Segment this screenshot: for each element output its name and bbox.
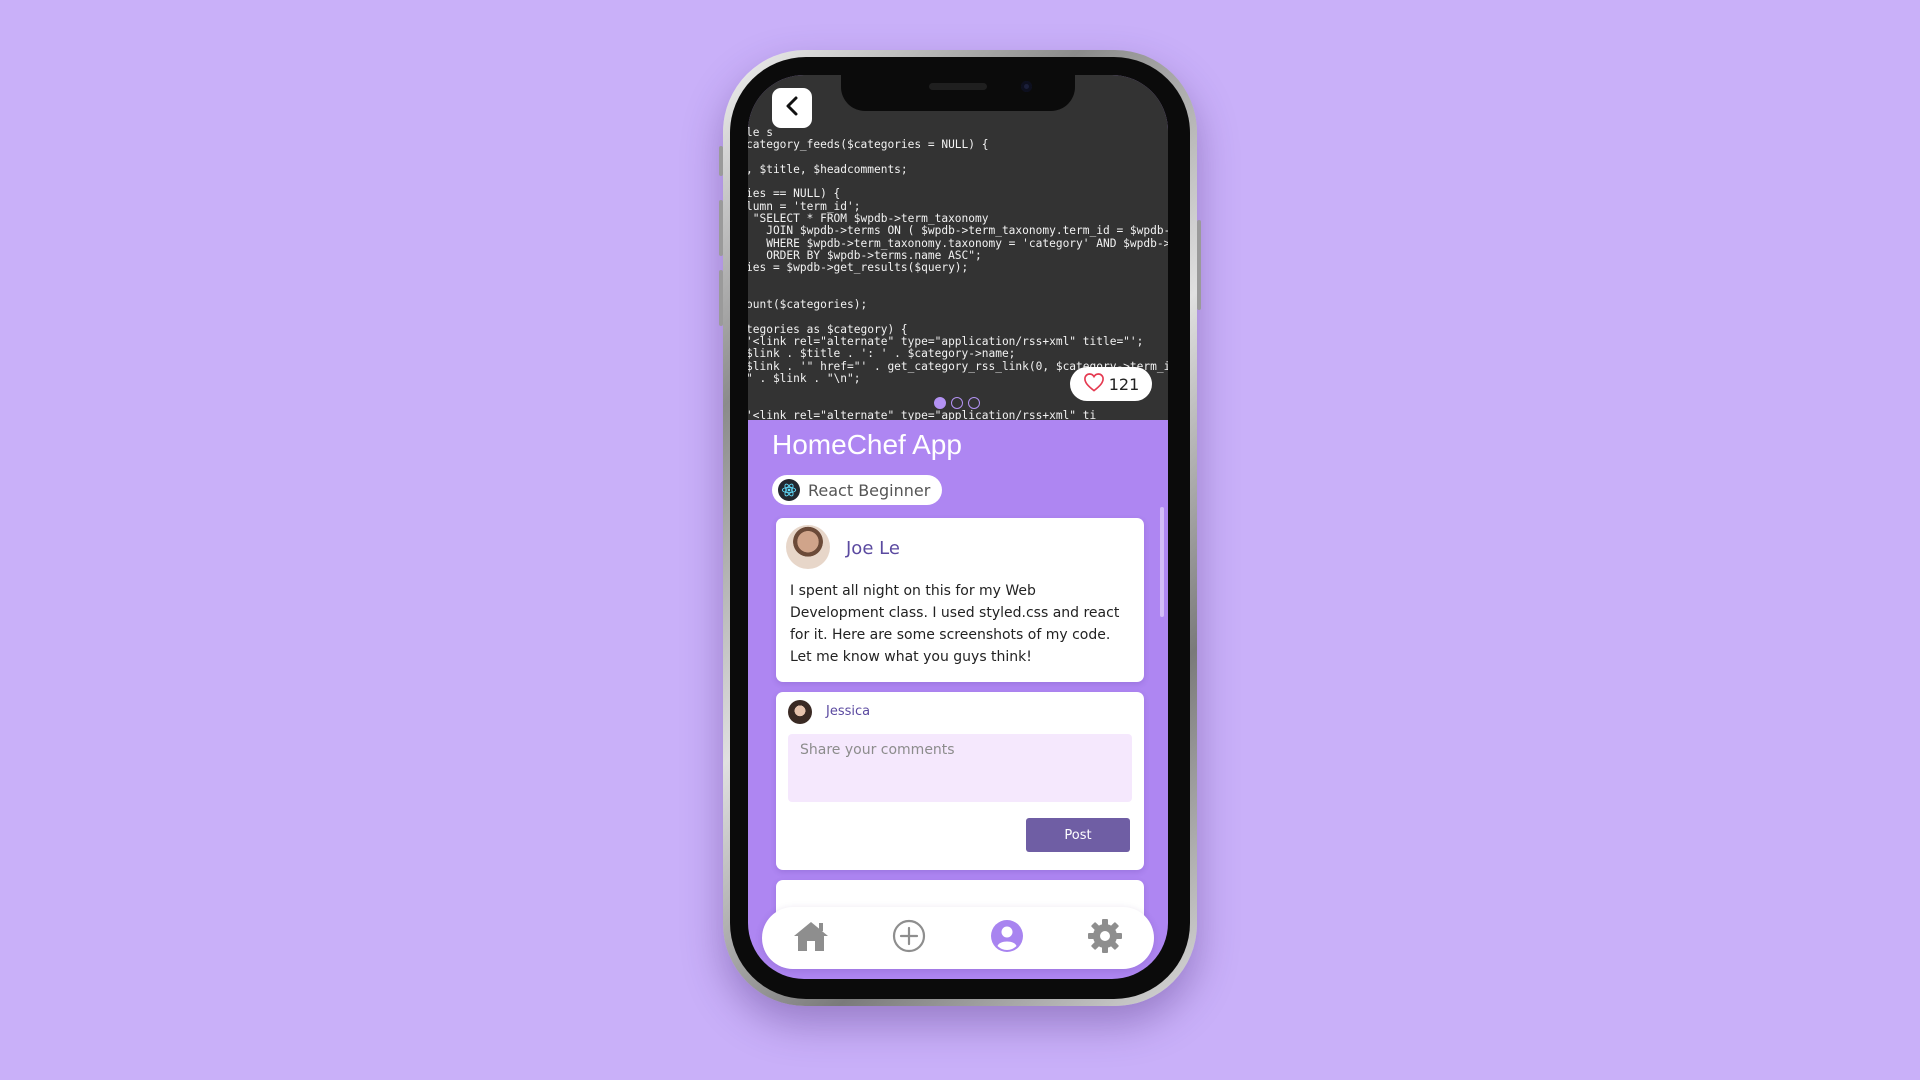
code-line: ount($categories); <box>748 298 868 312</box>
tab-home[interactable] <box>786 913 836 963</box>
commenter-name: Jessica <box>826 704 871 719</box>
code-line: , $title, $headcomments; <box>748 162 908 176</box>
scrollbar[interactable] <box>1160 507 1164 617</box>
profile-icon <box>989 918 1025 958</box>
tab-profile[interactable] <box>982 913 1032 963</box>
code-line: '<link rel="alternate" type="application… <box>748 408 1097 420</box>
back-button[interactable] <box>772 88 812 128</box>
heart-icon <box>1083 372 1105 396</box>
carousel-indicator <box>934 397 980 409</box>
carousel-dot[interactable] <box>951 397 963 409</box>
tab-settings[interactable] <box>1080 913 1130 963</box>
post-body: I spent all night on this for my Web Dev… <box>790 583 1120 665</box>
post-author-name[interactable]: Joe Le <box>846 538 900 559</box>
speaker-grille <box>929 83 987 90</box>
skill-tag-label: React Beginner <box>808 480 931 500</box>
mute-switch <box>719 146 723 176</box>
like-button[interactable]: 121 <box>1070 367 1152 401</box>
settings-gear-icon <box>1086 917 1124 959</box>
code-line: $link . $title . ': ' . $category->name; <box>748 347 1016 361</box>
code-line: JOIN $wpdb->terms ON ( $wpdb->term_taxon… <box>748 224 1168 238</box>
volume-up-button <box>719 200 723 256</box>
code-line: category_feeds($categories = NULL) { <box>748 138 989 152</box>
like-count: 121 <box>1108 374 1140 394</box>
post-card: Joe Le I spent all night on this for my … <box>776 518 1144 682</box>
power-button <box>1197 220 1201 310</box>
comment-card: Jessica Post <box>776 692 1144 870</box>
phone-screen: le s category_feeds($categories = NULL) {… <box>748 75 1168 979</box>
home-icon <box>792 919 830 957</box>
comment-input[interactable] <box>788 734 1132 802</box>
notch <box>841 75 1075 111</box>
bottom-tab-bar <box>762 907 1154 969</box>
react-logo-icon <box>778 479 800 501</box>
code-line: ies == NULL) { <box>748 187 841 201</box>
commenter-avatar <box>788 700 812 724</box>
tab-add[interactable] <box>884 913 934 963</box>
code-line: ies = $wpdb->get_results($query); <box>748 261 969 275</box>
camera-icon <box>1021 81 1032 92</box>
project-title: HomeChef App <box>772 429 962 460</box>
volume-down-button <box>719 270 723 326</box>
carousel-dot[interactable] <box>968 397 980 409</box>
post-comment-button[interactable]: Post <box>1026 818 1130 852</box>
project-image-carousel[interactable]: le s category_feeds($categories = NULL) {… <box>748 75 1168 420</box>
stage: le s category_feeds($categories = NULL) {… <box>0 0 1920 1080</box>
skill-tag[interactable]: React Beginner <box>772 475 943 505</box>
carousel-dot[interactable] <box>934 397 946 409</box>
author-avatar[interactable] <box>786 525 830 569</box>
add-circle-icon <box>891 918 927 958</box>
chevron-left-icon <box>783 95 801 121</box>
